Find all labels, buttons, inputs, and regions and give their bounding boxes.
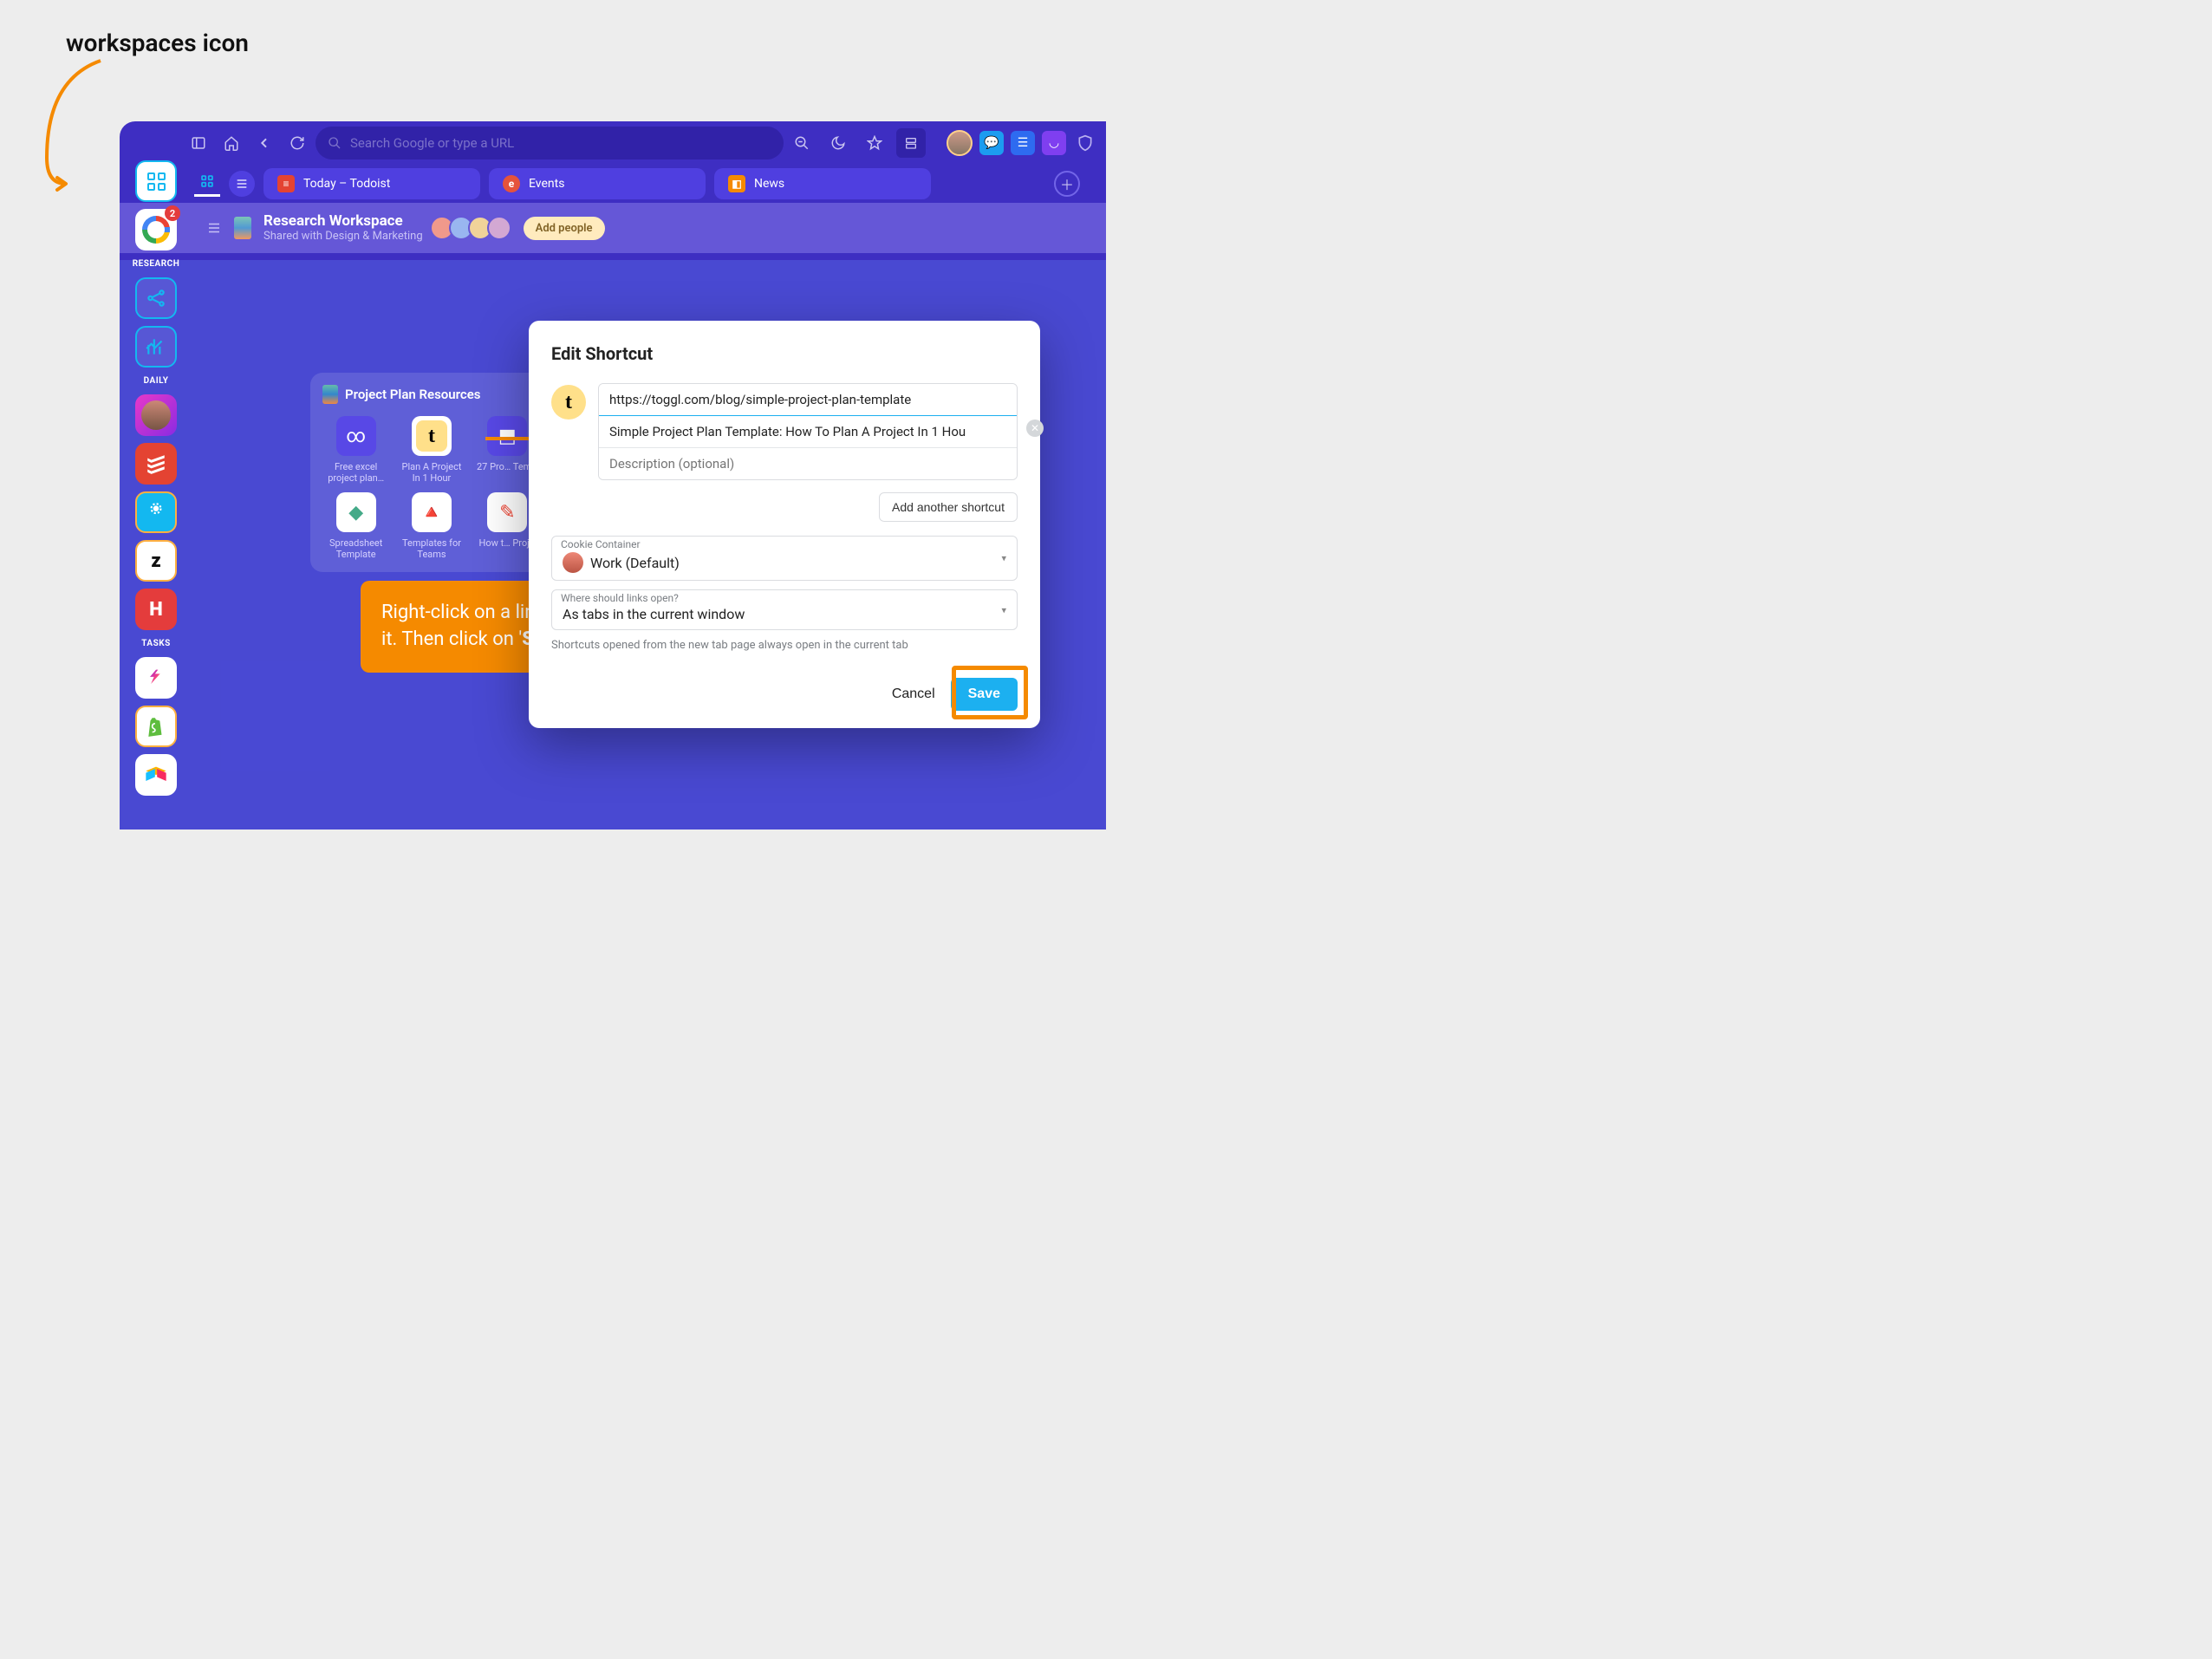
rail-section-research: RESEARCH [133,259,180,269]
resource-item[interactable]: ∞Free excel project plan… [322,416,389,484]
rail-todoist[interactable] [135,443,177,485]
back-icon[interactable] [250,128,279,158]
rail-section-daily: DAILY [144,376,169,386]
rail-avatar[interactable] [135,394,177,436]
modal-help-text: Shortcuts opened from the new tab page a… [551,639,1018,652]
grid-icon[interactable] [896,128,926,158]
rail-airtable[interactable] [135,754,177,796]
url-bar[interactable]: Search Google or type a URL [316,127,784,159]
rail-clickup[interactable] [135,657,177,699]
resource-item[interactable]: 🔺Templates for Teams [398,492,465,560]
add-people-button[interactable]: Add people [524,217,605,240]
rail-shopify[interactable] [135,706,177,747]
todoist-icon: ≡ [277,175,295,192]
tab-events[interactable]: e Events [489,168,706,199]
add-tab-button[interactable]: ＋ [1054,171,1080,197]
star-icon[interactable] [860,128,889,158]
ext-chat-icon[interactable]: 💬 [979,131,1004,155]
chevron-down-icon: ▾ [1001,604,1006,615]
link-open-select[interactable]: Where should links open? As tabs in the … [551,589,1018,630]
cookie-container-label: Cookie Container [552,538,1017,550]
people-avatars[interactable] [435,216,511,240]
tab-label: Today – Todoist [303,177,390,191]
ext-notes-icon[interactable]: ☰ [1011,131,1035,155]
resource-item-highlight[interactable]: tPlan A Project In 1 Hour [398,416,465,484]
rail-google[interactable]: 2 [135,209,177,250]
annotation-label: workspaces icon [66,29,249,57]
cancel-button[interactable]: Cancel [888,680,939,709]
workspace-glyph-icon [234,217,251,239]
rail-chart-icon[interactable] [135,326,177,368]
shortcut-favicon: t [551,385,586,420]
ext-shield-icon[interactable] [1073,131,1097,155]
home-icon[interactable] [217,128,246,158]
ext-smile-icon[interactable]: ◡ [1042,131,1066,155]
rail-zendesk[interactable]: z [135,540,177,582]
tab-todoist[interactable]: ≡ Today – Todoist [263,168,480,199]
resource-title: Project Plan Resources [322,385,541,404]
tab-label: Events [529,177,564,191]
shortcut-url-input[interactable] [598,383,1018,416]
workspace-title: Research Workspace [263,212,423,230]
news-icon: ◧ [728,175,745,192]
tab-label: News [754,177,784,191]
menu-icon[interactable] [206,220,222,236]
rail-section-tasks: TASKS [141,639,171,648]
workspaces-mini-icon[interactable] [194,171,220,197]
shortcut-description-input[interactable] [599,448,1017,479]
resource-card: Project Plan Resources ∞Free excel proje… [310,373,553,572]
link-open-label: Where should links open? [552,592,1017,604]
search-icon [328,136,342,150]
chevron-down-icon: ▾ [1001,553,1006,564]
moon-icon[interactable] [823,128,853,158]
workspace-header: Research Workspace Shared with Design & … [120,203,1106,253]
rail-app-blue[interactable] [135,491,177,533]
edit-shortcut-modal: Edit Shortcut t ✕ Add another shortcut C… [529,321,1040,728]
url-placeholder: Search Google or type a URL [350,135,514,151]
list-view-icon[interactable] [229,171,255,197]
tab-row: ≡ Today – Todoist e Events ◧ News ＋ [120,165,1106,203]
browser-toolbar: Search Google or type a URL 💬 ☰ ◡ [120,121,1106,165]
add-another-shortcut-button[interactable]: Add another shortcut [879,492,1018,522]
events-icon: e [503,175,520,192]
rail-google-badge: 2 [165,205,180,221]
zoom-icon[interactable] [787,128,816,158]
cookie-container-value: Work (Default) [590,555,680,571]
cookie-avatar-icon [563,552,583,573]
profile-avatar[interactable] [947,130,973,156]
sidebar-toggle-icon[interactable] [184,128,213,158]
rail-app-h[interactable]: H [135,589,177,630]
tab-news[interactable]: ◧ News [714,168,931,199]
workspaces-icon[interactable] [135,160,177,202]
link-open-value: As tabs in the current window [563,606,745,622]
cookie-container-select[interactable]: Cookie Container Work (Default) ▾ [551,536,1018,581]
save-button[interactable]: Save [951,678,1018,711]
modal-title: Edit Shortcut [551,343,1018,364]
reload-icon[interactable] [283,128,312,158]
shortcut-title-input[interactable] [599,416,1017,448]
rail-graph-icon[interactable] [135,277,177,319]
workspace-subtitle: Shared with Design & Marketing [263,230,423,244]
resource-item[interactable]: ◆Spreadsheet Template [322,492,389,560]
clear-icon[interactable]: ✕ [1026,420,1044,437]
